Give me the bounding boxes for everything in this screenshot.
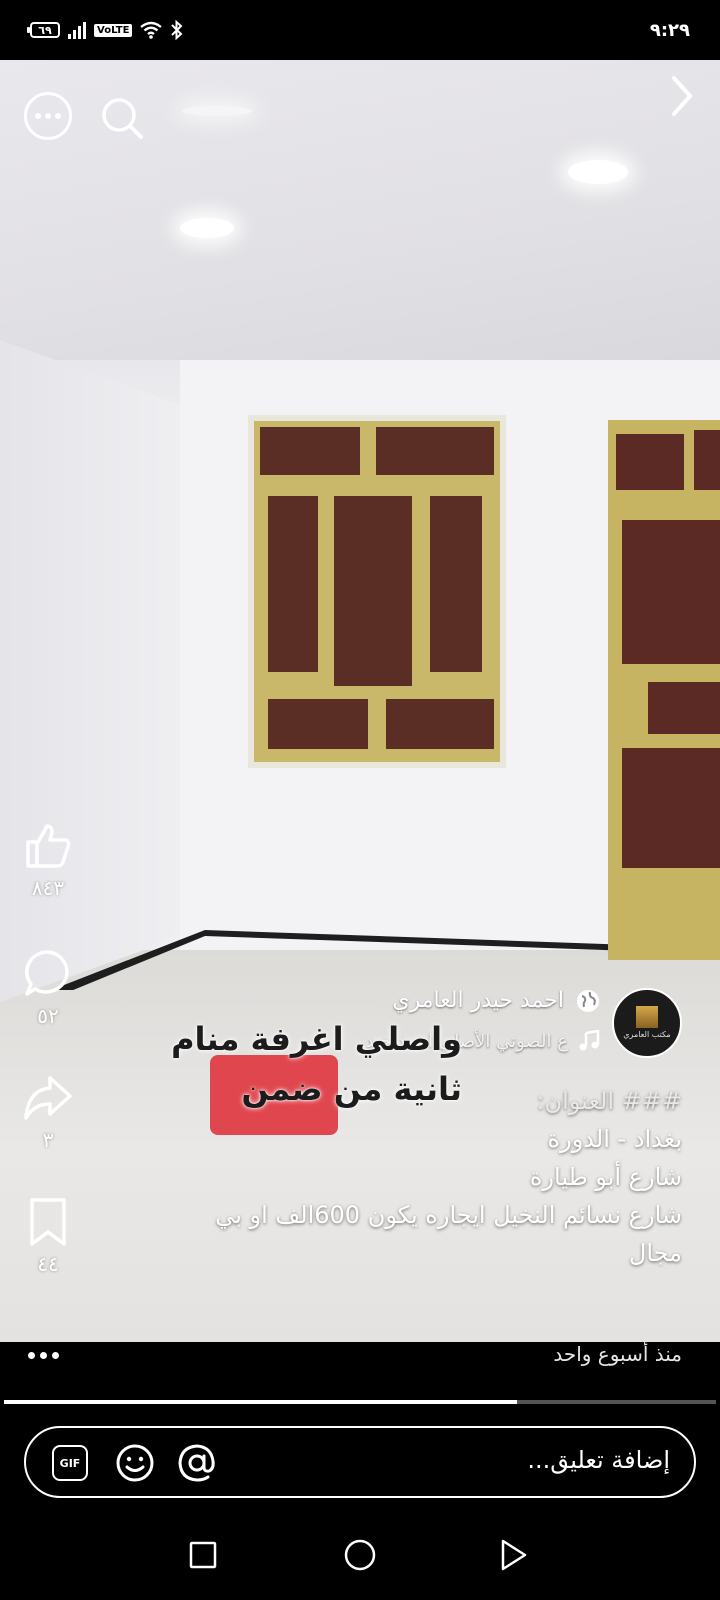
comment-icon [25,950,69,996]
search-button[interactable] [96,92,148,144]
ceiling-light [180,218,234,238]
more-dot [45,113,51,119]
emoji-icon[interactable] [114,1442,156,1484]
more-dot [35,113,41,119]
description-line: شارع أبو طيارة [529,1163,682,1191]
post-description[interactable]: ### العنوان: بغداد - الدورة شارع أبو طيا… [182,1082,682,1272]
author-row[interactable]: احمد حيدر العامري [392,988,600,1013]
options-dot [40,1352,47,1359]
triangle-back-icon [501,1539,527,1571]
save-count: ٤٤ [37,1252,59,1276]
options-dot [28,1352,35,1359]
share-button[interactable]: ٣ [16,1072,80,1152]
gif-button[interactable]: GIF [52,1445,88,1481]
system-nav-bar [0,1510,720,1600]
bluetooth-icon [171,20,183,40]
post-time: منذ أسبوع واحد [553,1342,682,1366]
share-icon [24,1076,72,1120]
video-door [608,420,720,960]
nav-home-button[interactable] [335,1530,385,1580]
search-icon [102,98,143,139]
wifi-icon [140,21,163,39]
signal-icon [68,21,86,39]
description-line: شارع نسائم النخيل ايجاره يكون 600الف او … [215,1201,682,1229]
bookmark-icon [30,1198,66,1246]
comment-bar[interactable]: إضافة تعليق... GIF [24,1426,696,1498]
video-window [248,415,506,768]
comment-count: ٥٢ [37,1004,59,1028]
like-count: ٨٤٣ [31,876,65,900]
options-dot [52,1352,59,1359]
post-options-button[interactable] [28,1352,59,1359]
author-name[interactable]: احمد حيدر العامري [392,988,564,1013]
avatar-label: مكتب العامري [623,1030,671,1039]
video-progress-bar[interactable] [4,1400,716,1404]
thumbs-up-icon [26,824,71,868]
video-caption-line: واصلي اغرفة منام [171,1020,462,1058]
like-button[interactable]: ٨٤٣ [16,820,80,900]
clock: ٩:٢٩ [649,19,690,41]
description-line: بغداد - الدورة [547,1125,682,1153]
avatar[interactable]: مكتب العامري [612,988,682,1058]
status-icons: ٦٩ VoLTE [27,20,184,40]
battery-icon: ٦٩ [27,22,60,38]
save-button[interactable]: ٤٤ [16,1196,80,1276]
at-icon[interactable] [176,1442,218,1484]
chevron-right-icon [672,76,692,116]
status-bar: ٦٩ VoLTE ٩:٢٩ [0,0,720,60]
more-button[interactable] [24,92,72,140]
gif-icon: GIF [59,1456,81,1470]
nav-recents-button[interactable] [178,1530,228,1580]
share-count: ٣ [42,1128,54,1152]
comment-input[interactable]: إضافة تعليق... [527,1446,670,1474]
avatar-logo [636,1006,658,1028]
description-line: ### العنوان: [536,1087,682,1115]
ceiling-light [182,106,252,116]
video-progress-fill [4,1400,517,1404]
globe-icon [577,989,599,1012]
ceiling-light [568,160,628,184]
comment-button[interactable]: ٥٢ [16,948,80,1028]
volte-badge: VoLTE [94,23,133,37]
nav-back-button[interactable] [488,1530,538,1580]
circle-icon [344,1539,376,1571]
more-dot [55,113,61,119]
battery-level: ٦٩ [38,23,52,37]
square-icon [189,1541,217,1569]
description-line: مجال [628,1239,682,1267]
next-button[interactable] [660,70,704,122]
music-note-icon [579,1030,600,1051]
